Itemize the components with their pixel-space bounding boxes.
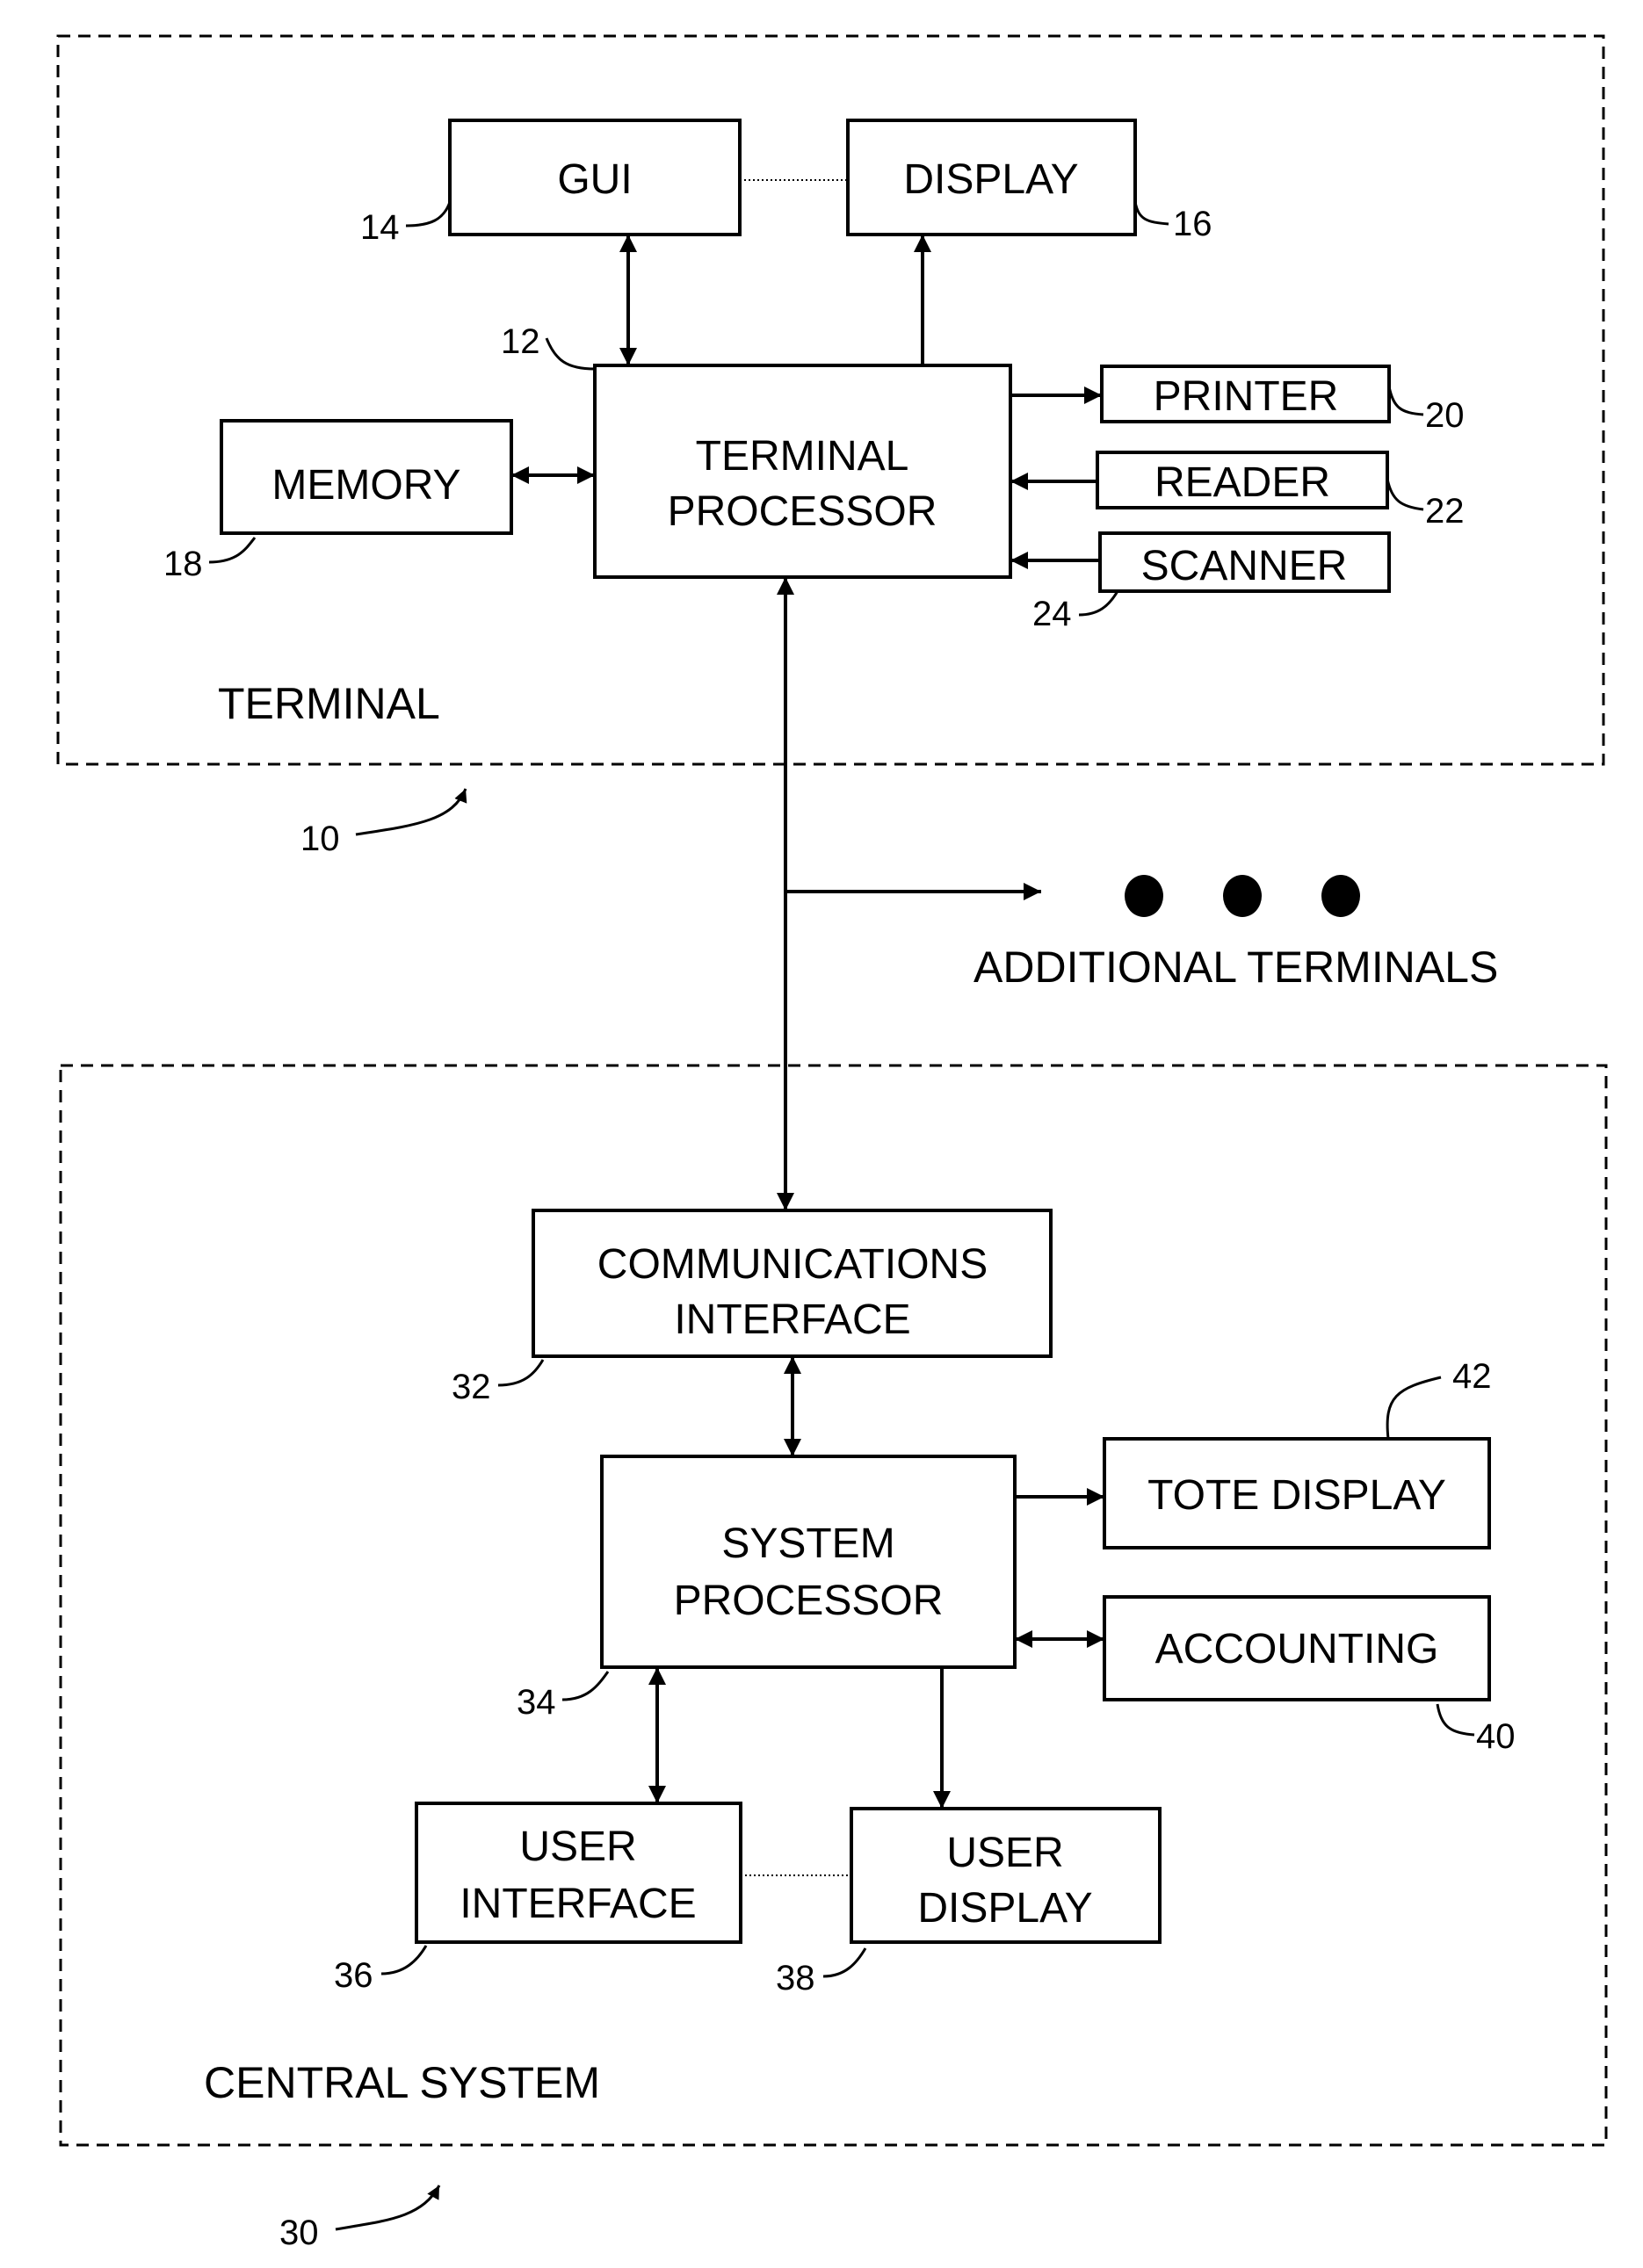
terminal-ref-arrow	[355, 788, 467, 836]
scanner-ref: 24	[1032, 595, 1072, 633]
user-interface-ref-leader	[380, 1945, 428, 1975]
accounting-block: ACCOUNTING	[1103, 1595, 1491, 1701]
tote-display-label: TOTE DISPLAY	[1147, 1472, 1446, 1519]
gui-ref-leader	[405, 201, 452, 228]
scanner-label: SCANNER	[1141, 543, 1348, 589]
user-interface-block: USER INTERFACE	[415, 1802, 742, 1944]
terminal-processor-ref: 12	[501, 322, 540, 361]
terminal-processor-line1: TERMINAL	[696, 433, 909, 480]
gui-ref: 14	[360, 208, 400, 247]
ellipsis-dot	[1321, 875, 1360, 917]
scanner-ref-leader	[1078, 590, 1119, 617]
ellipsis-dot	[1223, 875, 1262, 917]
central-system-ref: 30	[279, 2214, 319, 2252]
user-interface-ref: 36	[334, 1956, 373, 1995]
accounting-ref: 40	[1476, 1717, 1516, 1756]
display-label: DISPLAY	[903, 156, 1078, 203]
user-interface-line2: INTERFACE	[460, 1881, 696, 1927]
scanner-block: SCANNER	[1098, 531, 1391, 593]
tote-display-ref: 42	[1452, 1357, 1492, 1396]
comm-ref-leader	[497, 1359, 545, 1387]
printer-ref: 20	[1425, 396, 1465, 435]
accounting-ref-leader	[1436, 1703, 1475, 1737]
memory-label: MEMORY	[271, 462, 460, 509]
reader-ref-leader	[1386, 478, 1424, 511]
printer-block: PRINTER	[1100, 365, 1391, 423]
user-display-line2: DISPLAY	[917, 1885, 1092, 1932]
user-interface-line1: USER	[519, 1824, 636, 1870]
system-processor-line2: PROCESSOR	[674, 1578, 944, 1624]
display-ref: 16	[1173, 205, 1212, 243]
memory-ref-leader	[208, 537, 257, 564]
system-processor-line1: SYSTEM	[721, 1520, 894, 1567]
user-display-ref: 38	[776, 1959, 815, 1997]
printer-ref-leader	[1387, 386, 1424, 416]
system-processor-block: SYSTEM PROCESSOR	[600, 1455, 1017, 1669]
gui-block: GUI	[448, 119, 742, 236]
memory-ref: 18	[163, 545, 203, 583]
central-system-ref-arrow	[335, 2185, 441, 2231]
terminal-title: TERMINAL	[218, 679, 440, 728]
terminal-processor-line2: PROCESSOR	[668, 488, 937, 535]
system-processor-ref-leader	[561, 1671, 610, 1701]
display-block: DISPLAY	[846, 119, 1137, 236]
user-display-ref-leader	[822, 1947, 867, 1978]
comm-ref: 32	[452, 1368, 491, 1406]
user-display-block: USER DISPLAY	[850, 1807, 1162, 1944]
system-processor-ref: 34	[517, 1683, 556, 1722]
gui-label: GUI	[557, 156, 632, 203]
tote-display-block: TOTE DISPLAY	[1103, 1437, 1491, 1549]
display-ref-leader	[1133, 201, 1169, 226]
terminal-processor-ref-leader	[545, 337, 596, 371]
comm-line1: COMMUNICATIONS	[597, 1241, 988, 1288]
comm-line2: INTERFACE	[674, 1297, 910, 1343]
accounting-label: ACCOUNTING	[1155, 1626, 1439, 1672]
ellipsis-dot	[1125, 875, 1163, 917]
terminal-processor-block: TERMINAL PROCESSOR	[593, 364, 1012, 579]
reader-label: READER	[1154, 459, 1330, 506]
user-display-line1: USER	[946, 1830, 1063, 1876]
additional-terminals-label: ADDITIONAL TERMINALS	[973, 943, 1498, 992]
communications-interface-block: COMMUNICATIONS INTERFACE	[532, 1209, 1053, 1358]
tote-display-ref-leader	[1386, 1376, 1442, 1440]
reader-ref: 22	[1425, 492, 1465, 531]
system-block-diagram: TERMINAL 10 GUI 14 DISPLAY 16 TERMINAL P…	[56, 34, 1608, 2252]
central-system-title: CENTRAL SYSTEM	[204, 2058, 600, 2107]
printer-label: PRINTER	[1154, 373, 1339, 420]
reader-block: READER	[1096, 451, 1389, 509]
terminal-ref: 10	[300, 820, 340, 858]
memory-block: MEMORY	[220, 419, 513, 535]
